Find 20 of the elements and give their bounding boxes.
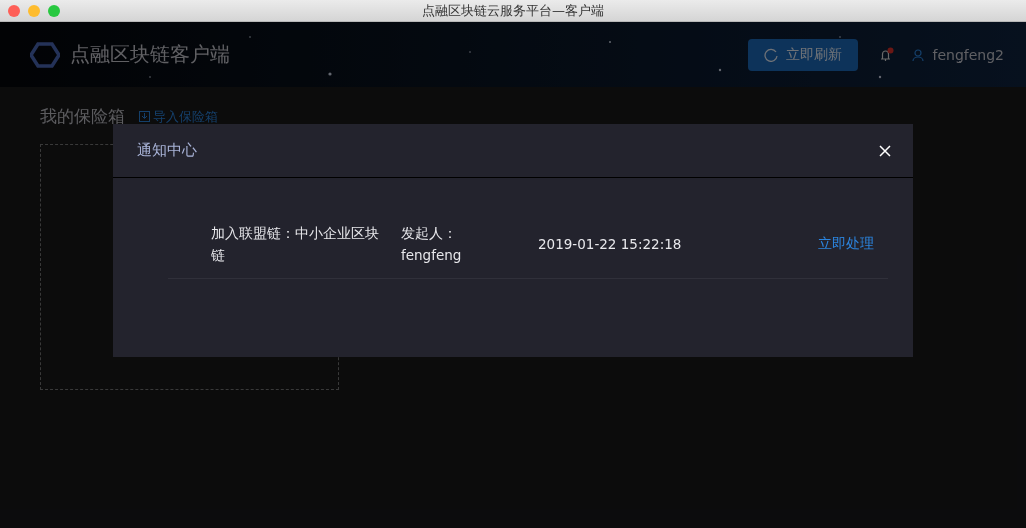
process-now-link[interactable]: 立即处理 bbox=[818, 235, 874, 253]
refresh-icon bbox=[764, 47, 779, 62]
app-name: 点融区块链客户端 bbox=[70, 41, 230, 68]
import-icon bbox=[139, 111, 150, 122]
minimize-window-button[interactable] bbox=[28, 4, 40, 17]
window-title: 点融区块链云服务平台—客户端 bbox=[422, 1, 604, 20]
close-icon[interactable] bbox=[879, 144, 891, 157]
bell-icon[interactable] bbox=[878, 46, 895, 63]
notification-time: 2019-01-22 15:22:18 bbox=[538, 235, 683, 254]
zoom-window-button[interactable] bbox=[48, 4, 60, 17]
refresh-button[interactable]: 立即刷新 bbox=[748, 38, 859, 71]
import-safe-link[interactable]: 导入保险箱 bbox=[139, 107, 218, 126]
close-window-button[interactable] bbox=[8, 4, 20, 17]
page-title: 我的保险箱 bbox=[40, 105, 125, 128]
hexagon-logo-icon bbox=[30, 41, 60, 68]
user-icon bbox=[912, 48, 925, 61]
notification-initiator: 发起人：fengfeng bbox=[401, 224, 463, 265]
notification-message: 加入联盟链：中小企业区块链 bbox=[211, 224, 380, 265]
dialog-title: 通知中心 bbox=[137, 141, 197, 160]
username[interactable]: fengfeng2 bbox=[932, 46, 1004, 63]
